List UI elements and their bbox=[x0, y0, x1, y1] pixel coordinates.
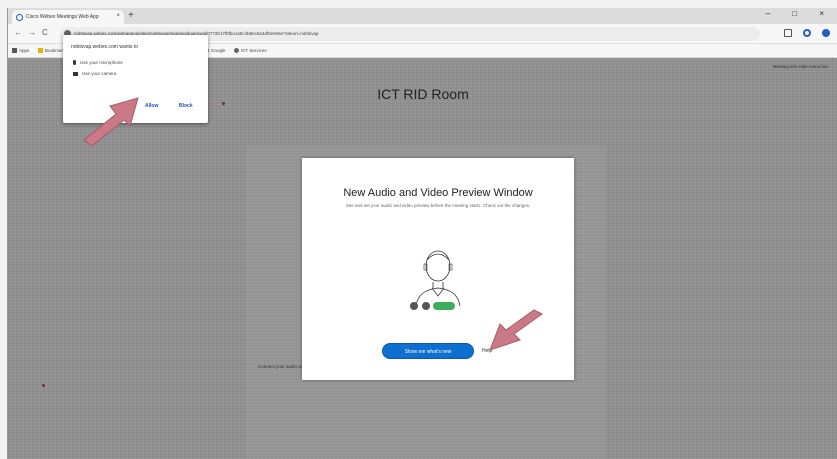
account-icon[interactable] bbox=[803, 29, 811, 37]
browser-window: Cisco Webex Meetings Web App × + – □ × ←… bbox=[7, 8, 837, 459]
reload-button[interactable]: C bbox=[42, 28, 48, 37]
meeting-info-link[interactable]: Meeting info Hide menu bar bbox=[773, 64, 828, 69]
window-controls[interactable]: – □ × bbox=[766, 9, 834, 18]
arrow-annotation-icon bbox=[489, 309, 543, 351]
screenshot: Cisco Webex Meetings Web App × + – □ × ←… bbox=[0, 0, 837, 459]
browser-tab[interactable]: Cisco Webex Meetings Web App × bbox=[12, 10, 124, 24]
back-button[interactable]: ← bbox=[14, 28, 22, 37]
menu-icon[interactable] bbox=[822, 29, 830, 37]
bookmark-ict-services[interactable]: ICT Services bbox=[234, 48, 267, 54]
person-preview-illustration-icon bbox=[410, 250, 461, 310]
new-tab-button[interactable]: + bbox=[128, 10, 134, 22]
permission-title: nobtsvap.webex.com wants to bbox=[71, 44, 138, 50]
mark-dot bbox=[222, 102, 225, 105]
extensions-icon[interactable] bbox=[784, 29, 792, 37]
tab-strip: Cisco Webex Meetings Web App × + – □ × bbox=[8, 8, 837, 24]
tab-close-icon[interactable]: × bbox=[116, 13, 120, 19]
microphone-icon bbox=[73, 60, 76, 66]
arrow-annotation-icon bbox=[83, 97, 139, 147]
dialog-title: New Audio and Video Preview Window bbox=[343, 187, 533, 199]
dialog-description: See and set your audio and video preview… bbox=[345, 203, 531, 208]
mark-dot bbox=[42, 384, 45, 387]
allow-button[interactable]: Allow bbox=[145, 103, 158, 109]
tab-title: Cisco Webex Meetings Web App bbox=[26, 14, 99, 20]
permission-row-microphone: Use your microphone bbox=[73, 60, 123, 66]
webex-favicon-icon bbox=[16, 14, 23, 21]
globe-icon bbox=[234, 48, 239, 54]
camera-icon bbox=[73, 71, 78, 76]
forward-button[interactable]: → bbox=[28, 28, 36, 37]
folder-icon bbox=[38, 48, 43, 54]
apps-icon bbox=[12, 48, 17, 54]
show-me-whats-new-button[interactable]: Show me what's new bbox=[382, 343, 474, 359]
bookmark-apps[interactable]: Apps bbox=[12, 48, 29, 54]
permission-row-camera: Use your camera bbox=[73, 71, 116, 76]
block-button[interactable]: Block bbox=[179, 103, 193, 109]
